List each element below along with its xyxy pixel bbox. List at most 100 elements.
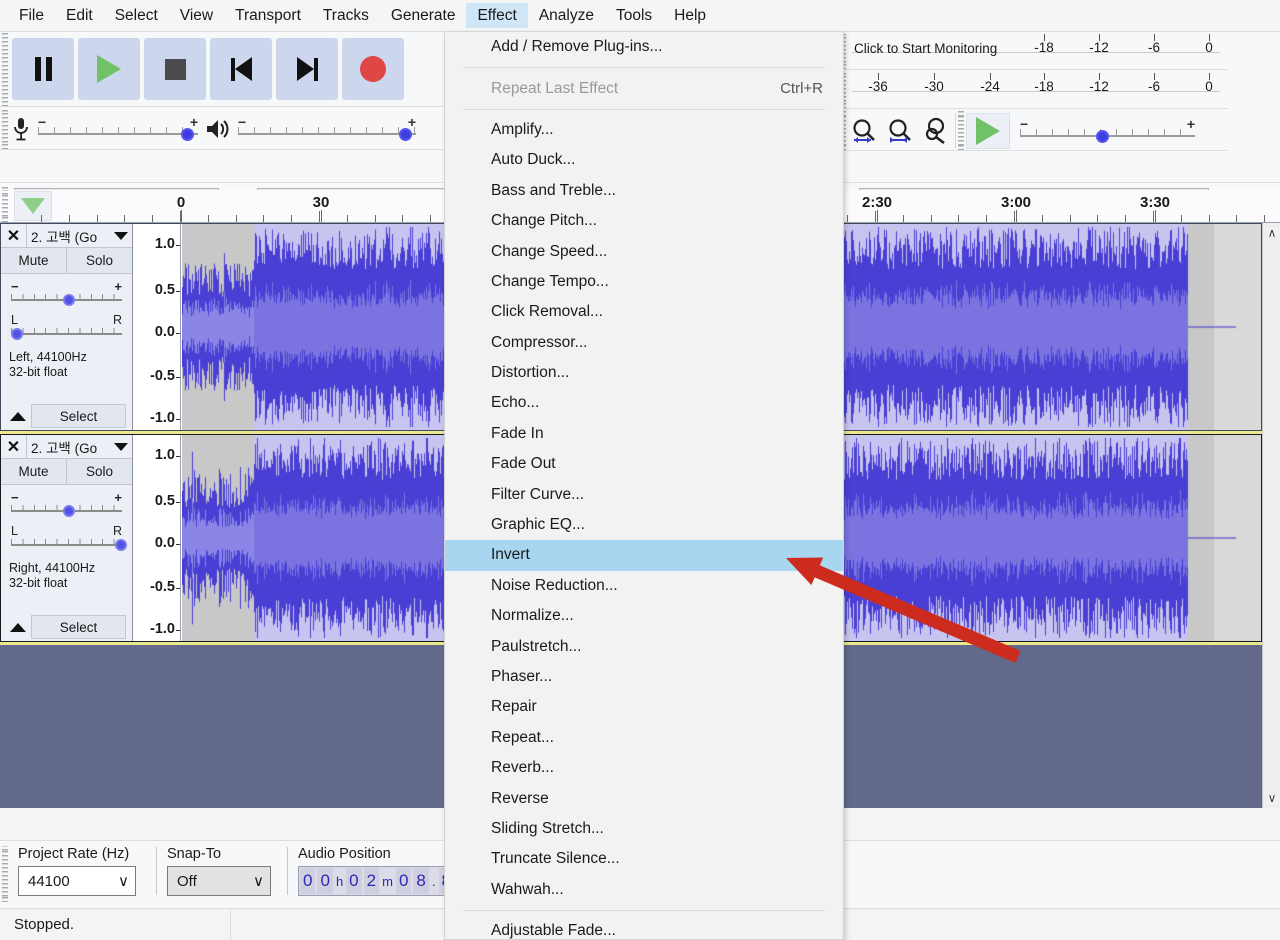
effect-menu-item-change-tempo[interactable]: Change Tempo... [445,267,843,297]
stop-button[interactable] [144,38,206,100]
effect-menu-item-truncate-silence[interactable]: Truncate Silence... [445,844,843,874]
vertical-ruler-1[interactable]: 1.00.50.0-0.5-1.0 [133,224,181,430]
skip-to-start-button[interactable] [210,38,272,100]
effect-menu-item-bass-and-treble[interactable]: Bass and Treble... [445,176,843,206]
menu-generate[interactable]: Generate [380,3,467,29]
close-track-button[interactable]: ✕ [1,435,27,458]
effect-menu-item-auto-duck[interactable]: Auto Duck... [445,145,843,175]
menu-transport[interactable]: Transport [224,3,312,29]
effect-menu-item-paulstretch[interactable]: Paulstretch... [445,631,843,661]
menu-item-label: Click Removal... [491,303,603,321]
track-control-panel-2[interactable]: ✕2. 고백 (GoMuteSolo−+LRRight, 44100Hz32-b… [1,435,133,641]
scroll-up-button[interactable]: ∧ [1263,223,1280,243]
effect-menu-item-compressor[interactable]: Compressor... [445,328,843,358]
menu-select[interactable]: Select [104,3,169,29]
vertical-ruler-label: 1.0 [155,447,175,463]
vertical-scrollbar[interactable]: ∧ ∨ [1262,223,1280,808]
selection-toolbar-grip[interactable] [0,846,10,902]
mute-button[interactable]: Mute [1,248,67,273]
effect-menu-item-echo[interactable]: Echo... [445,388,843,418]
menu-edit[interactable]: Edit [55,3,104,29]
effect-menu-item-repeat[interactable]: Repeat... [445,723,843,753]
track-title-dropdown[interactable]: 2. 고백 (Go [27,224,132,247]
project-rate-select[interactable]: 44100 ∨ [18,866,136,896]
playback-volume-slider[interactable]: − + [238,116,416,142]
record-button[interactable] [342,38,404,100]
play-button[interactable] [78,38,140,100]
gain-thumb[interactable] [63,505,75,517]
vertical-ruler-2[interactable]: 1.00.50.0-0.5-1.0 [133,435,181,641]
menu-effect[interactable]: Effect [466,3,527,29]
audio-position-digit[interactable]: 0 [346,868,361,894]
effect-menu-item-phaser[interactable]: Phaser... [445,662,843,692]
play-at-speed-button[interactable] [966,113,1010,149]
track-control-panel-1[interactable]: ✕2. 고백 (GoMuteSolo−+LRLeft, 44100Hz32-bi… [1,224,133,430]
playback-meter-body[interactable]: -36-30-24-18-12-60 [848,71,1228,108]
skip-to-end-button[interactable] [276,38,338,100]
effect-menu-item-adjustable-fade[interactable]: Adjustable Fade... [445,916,843,940]
audio-position-digit[interactable]: 2 [364,868,379,894]
solo-button[interactable]: Solo [67,248,132,273]
recording-volume-thumb[interactable] [181,128,194,141]
menu-tools[interactable]: Tools [605,3,663,29]
audio-position-digit[interactable]: 0 [317,868,332,894]
playback-meter-toolbar[interactable]: -36-30-24-18-12-60 [838,71,1228,109]
effect-menu-item-fade-out[interactable]: Fade Out [445,449,843,479]
effect-menu-item-distortion[interactable]: Distortion... [445,358,843,388]
effect-menu-item-add-remove-plug-ins[interactable]: Add / Remove Plug-ins... [445,32,843,62]
effect-menu-item-change-speed[interactable]: Change Speed... [445,236,843,266]
zoom-toggle-button[interactable] [920,114,956,148]
select-track-button[interactable]: Select [31,404,126,428]
collapse-track-button[interactable] [5,404,31,428]
gain-slider[interactable]: −+ [9,491,124,521]
effect-menu-item-noise-reduction[interactable]: Noise Reduction... [445,571,843,601]
zoom-fit-selection-button[interactable] [848,114,884,148]
menu-view[interactable]: View [169,3,224,29]
pan-thumb[interactable] [11,328,23,340]
effect-menu-item-reverse[interactable]: Reverse [445,783,843,813]
audio-position-digit[interactable]: 8 [413,868,428,894]
pause-button[interactable] [12,38,74,100]
mute-button[interactable]: Mute [1,459,67,484]
collapse-track-button[interactable] [5,615,31,639]
playback-speed-thumb[interactable] [1096,130,1109,143]
select-track-button[interactable]: Select [31,615,126,639]
recording-meter-toolbar[interactable]: Click to Start Monitoring -18-12-60 [838,32,1228,70]
effect-menu-item-wahwah[interactable]: Wahwah... [445,875,843,905]
snap-to-select[interactable]: Off ∨ [167,866,271,896]
transport-toolbar-grip[interactable] [0,32,10,106]
playback-speed-slider[interactable]: − + [1020,118,1195,144]
solo-button[interactable]: Solo [67,459,132,484]
menu-tracks[interactable]: Tracks [312,3,380,29]
menu-help[interactable]: Help [663,3,717,29]
mixer-toolbar-grip[interactable] [0,108,10,149]
audio-position-digit[interactable]: 0 [300,868,315,894]
recording-meter-body[interactable]: Click to Start Monitoring -18-12-60 [848,32,1228,69]
gain-slider[interactable]: −+ [9,280,124,310]
effect-menu-item-invert[interactable]: Invert [445,540,843,570]
effect-menu-item-repair[interactable]: Repair [445,692,843,722]
audio-position-digit[interactable]: 0 [396,868,411,894]
effect-menu-item-graphic-eq[interactable]: Graphic EQ... [445,510,843,540]
recording-volume-slider[interactable]: − + [38,116,198,142]
pan-thumb[interactable] [115,539,127,551]
effect-menu-item-amplify[interactable]: Amplify... [445,115,843,145]
effect-menu-item-change-pitch[interactable]: Change Pitch... [445,206,843,236]
effect-menu-item-click-removal[interactable]: Click Removal... [445,297,843,327]
zoom-fit-project-button[interactable] [884,114,920,148]
menu-file[interactable]: File [8,3,55,29]
pan-slider[interactable]: LR [9,314,124,344]
effect-menu-item-filter-curve[interactable]: Filter Curve... [445,479,843,509]
playback-volume-thumb[interactable] [399,128,412,141]
scroll-down-button[interactable]: ∨ [1263,788,1280,808]
effect-menu-item-sliding-stretch[interactable]: Sliding Stretch... [445,814,843,844]
gain-thumb[interactable] [63,294,75,306]
pan-slider[interactable]: LR [9,525,124,555]
close-track-button[interactable]: ✕ [1,224,27,247]
play-at-speed-grip[interactable] [956,111,966,150]
menu-analyze[interactable]: Analyze [528,3,605,29]
effect-menu-item-fade-in[interactable]: Fade In [445,419,843,449]
effect-menu-item-reverb[interactable]: Reverb... [445,753,843,783]
effect-menu-item-normalize[interactable]: Normalize... [445,601,843,631]
track-title-dropdown[interactable]: 2. 고백 (Go [27,435,132,458]
